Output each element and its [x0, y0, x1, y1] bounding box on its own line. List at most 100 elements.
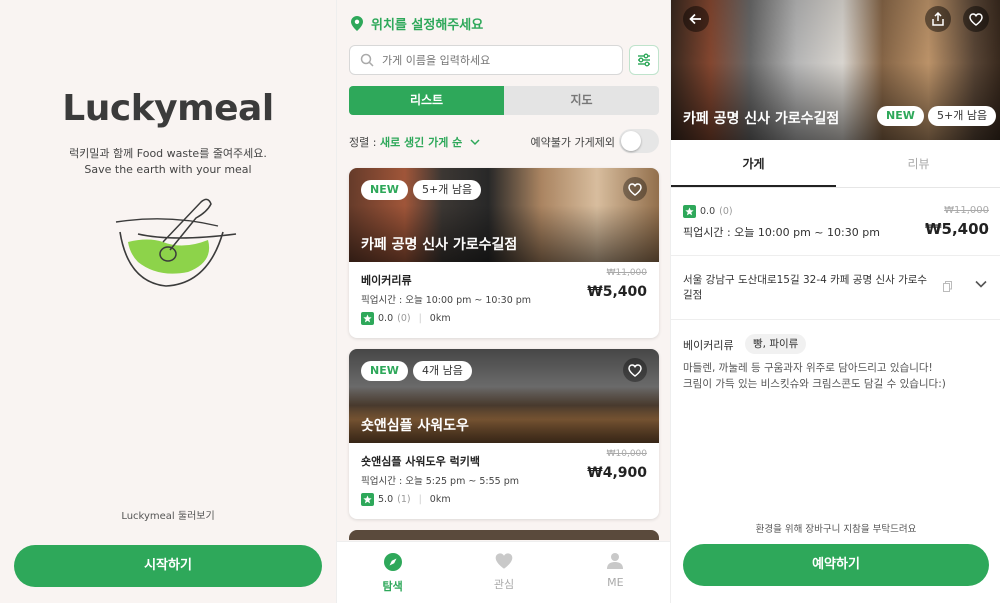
store-photo: NEW 5+개 남음 카페 공명 신사 가로수길점 [349, 168, 659, 262]
description-text: 마들렌, 까눌레 등 구움과자 위주로 담아드리고 있습니다! 크림이 가득 있… [683, 360, 989, 392]
review-count: (1) [397, 494, 411, 505]
heart-icon [628, 182, 642, 196]
tagline: 럭키밀과 함께 Food waste를 줄여주세요. Save the eart… [0, 146, 336, 178]
reserve-filter-label: 예약불가 가게제외 [530, 136, 615, 149]
tab-favorites-label: 관심 [493, 578, 515, 591]
star-icon [361, 493, 374, 506]
heart-icon [969, 12, 983, 26]
store-hero-photo: 카페 공명 신사 가로수길점 NEW 5+개 남음 [671, 0, 1000, 140]
description-line: 크림이 가득 있는 비스킷슈와 크림스콘도 담길 수 있습니다:) [683, 378, 946, 390]
search-input[interactable] [382, 53, 602, 67]
store-photo: NEW 4개 남음 숏앤심플 사워도우 [349, 349, 659, 443]
star-icon [683, 205, 696, 218]
bottom-tab-bar: 탐색 관심 ME [337, 541, 670, 603]
sale-price: ₩4,900 [587, 465, 647, 481]
back-button[interactable] [683, 6, 709, 32]
rating-row: 5.0 (1) | 0km [361, 493, 451, 506]
remaining-badge: 5+개 남음 [928, 106, 997, 126]
store-name: 카페 공명 신사 가로수길점 [361, 237, 518, 253]
tab-review[interactable]: 리뷰 [836, 140, 1000, 187]
store-name: 숏앤심플 사워도우 [361, 418, 469, 434]
sort-row: 정렬 : 새로 생긴 가게 순 예약불가 가게제외 [349, 129, 659, 153]
tab-explore-label: 탐색 [382, 580, 403, 593]
search-icon [360, 53, 374, 67]
description-line: 마들렌, 까눌레 등 구움과자 위주로 담아드리고 있습니다! [683, 362, 933, 374]
store-address: 서울 강남구 도산대로15길 32-4 카페 공명 신사 가로수길점 [683, 274, 928, 301]
tab-me-label: ME [607, 576, 624, 589]
filter-button[interactable] [629, 45, 659, 75]
compass-icon [383, 553, 402, 571]
remaining-badge: 5+개 남음 [413, 180, 482, 200]
distance: 0km [429, 313, 451, 324]
chevron-down-icon [470, 139, 480, 146]
store-detail-screen: 카페 공명 신사 가로수길점 NEW 5+개 남음 가게 리뷰 0.0 (0) … [670, 0, 1000, 603]
start-button[interactable]: 시작하기 [14, 545, 322, 587]
store-card[interactable]: NEW 4개 남음 숏앤심플 사워도우 숏앤심플 사워도우 럭키백 픽업시간 :… [349, 349, 659, 519]
chevron-down-icon[interactable] [975, 280, 987, 288]
store-category: 베이커리류 [683, 339, 734, 352]
category-tag: 빵, 파이류 [745, 334, 807, 354]
sale-price: ₩5,400 [925, 220, 989, 238]
reserve-button[interactable]: 예약하기 [683, 544, 989, 586]
sale-price: ₩5,400 [587, 284, 647, 300]
tab-me[interactable]: ME [560, 542, 670, 603]
rating-value: 5.0 [378, 494, 394, 505]
back-arrow-icon [689, 13, 701, 25]
location-label: 위치를 설정해주세요 [371, 18, 484, 33]
share-button[interactable] [925, 6, 951, 32]
store-category: 베이커리류 [361, 274, 412, 287]
original-price: ₩11,000 [606, 268, 647, 278]
store-card[interactable]: NEW 5+개 남음 카페 공명 신사 가로수길점 베이커리류 픽업시간 : 오… [349, 168, 659, 338]
pickup-time: 픽업시간 : 오늘 10:00 pm ~ 10:30 pm [361, 295, 532, 306]
remaining-badge: 4개 남음 [413, 361, 472, 381]
heart-icon [628, 363, 642, 377]
tab-explore[interactable]: 탐색 [337, 542, 448, 603]
rating-value: 0.0 [700, 206, 716, 217]
original-price: ₩11,000 [944, 205, 989, 216]
browse-link[interactable]: Luckymeal 둘러보기 [0, 507, 336, 522]
favorite-button[interactable] [963, 6, 989, 32]
store-category: 숏앤심플 사워도우 럭키백 [361, 455, 480, 468]
new-badge: NEW [361, 180, 408, 200]
tagline-english: Save the earth with your meal [84, 163, 252, 176]
pickup-time: 픽업시간 : 오늘 5:25 pm ~ 5:55 pm [361, 476, 519, 487]
distance: 0km [429, 494, 451, 505]
tagline-korean: 럭키밀과 함께 Food waste를 줄여주세요. [69, 147, 267, 160]
review-count: (0) [397, 313, 411, 324]
tab-list[interactable]: 리스트 [349, 86, 504, 115]
tab-store[interactable]: 가게 [671, 140, 836, 187]
splash-screen: Luckymeal 럭키밀과 함께 Food waste를 줄여주세요. Sav… [0, 0, 336, 603]
tab-map[interactable]: 지도 [504, 86, 659, 115]
star-icon [361, 312, 374, 325]
bowl-illustration [115, 198, 237, 287]
rating-row: 0.0 (0) | 0km [361, 312, 451, 325]
tab-favorites[interactable]: 관심 [448, 542, 559, 603]
pickup-info: 0.0 (0) 픽업시간 : 오늘 10:00 pm ~ 10:30 pm ₩1… [671, 188, 1000, 256]
location-pin-icon [351, 16, 363, 31]
favorite-button[interactable] [623, 177, 647, 201]
store-card-partial[interactable] [349, 530, 659, 540]
new-badge: NEW [877, 106, 924, 126]
copy-icon[interactable] [943, 281, 952, 292]
sort-value: 새로 생긴 가게 순 [379, 136, 463, 149]
person-icon [607, 553, 624, 569]
eco-note: 환경을 위해 장바구니 지참을 부탁드려요 [755, 524, 917, 535]
new-badge: NEW [361, 361, 408, 381]
pickup-time: 픽업시간 : 오늘 10:00 pm ~ 10:30 pm [683, 226, 880, 239]
favorite-button[interactable] [623, 358, 647, 382]
view-toggle: 리스트 지도 [349, 86, 659, 115]
sort-prefix: 정렬 : [349, 136, 380, 149]
original-price: ₩10,000 [606, 449, 647, 459]
share-icon [932, 12, 944, 26]
explore-screen: 위치를 설정해주세요 리스트 지도 정렬 : 새로 생긴 가게 순 예약불가 가… [336, 0, 670, 603]
address-row[interactable]: 서울 강남구 도산대로15길 32-4 카페 공명 신사 가로수길점 [671, 256, 1000, 320]
location-selector[interactable]: 위치를 설정해주세요 [351, 14, 483, 33]
sliders-icon [638, 53, 650, 67]
rating-row: 0.0 (0) [683, 205, 733, 218]
heart-icon [495, 553, 513, 569]
reserve-filter-toggle[interactable] [619, 129, 659, 153]
search-bar[interactable] [349, 45, 623, 75]
rating-value: 0.0 [378, 313, 394, 324]
app-logo: Luckymeal [62, 88, 274, 129]
sort-dropdown[interactable]: 정렬 : 새로 생긴 가게 순 [349, 134, 480, 150]
